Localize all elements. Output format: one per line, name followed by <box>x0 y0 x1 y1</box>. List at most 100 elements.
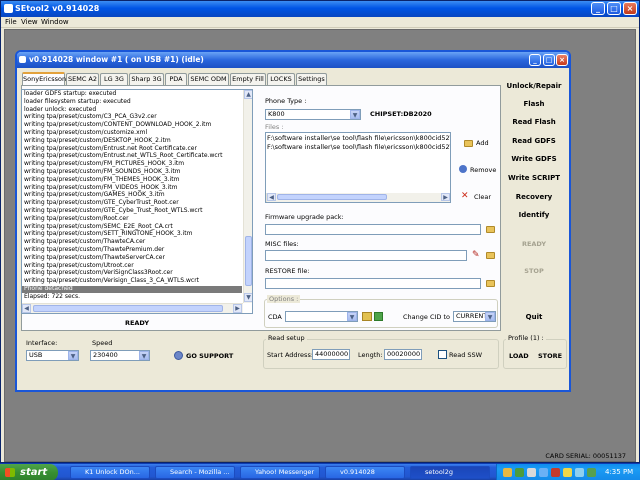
change-cid-label: Change CID to <box>403 313 451 321</box>
chevron-down-icon[interactable]: ▼ <box>139 351 149 360</box>
card-serial: CARD SERIAL: 00051137 <box>545 452 626 460</box>
stop-button[interactable]: STOP <box>504 266 564 276</box>
write-gdfs-button[interactable]: Write GDFS <box>504 154 564 164</box>
log-output[interactable]: loader GDFS startup: executed loader file… <box>21 89 253 314</box>
menu-view[interactable]: View <box>21 17 38 28</box>
files-horizontal-scrollbar[interactable]: ◀ ▶ <box>266 193 450 202</box>
log-line: writing tpa/preset/custom/ThawtePremium.… <box>24 246 165 253</box>
restore-file-field[interactable] <box>265 278 481 289</box>
session-maximize-button[interactable]: □ <box>543 54 555 66</box>
tab-locks[interactable]: LOCKS <box>267 73 295 85</box>
write-script-button[interactable]: Write SCRIPT <box>504 173 564 183</box>
tray-icon[interactable] <box>503 468 512 477</box>
menu-window[interactable]: Window <box>41 17 69 28</box>
taskbar-item[interactable]: Search - Mozilla ... <box>155 466 235 479</box>
tab-pda[interactable]: PDA <box>165 73 187 85</box>
speed-label: Speed <box>92 339 113 347</box>
start-button[interactable]: start <box>0 464 58 480</box>
tab-semc-odm[interactable]: SEMC ODM <box>188 73 229 85</box>
scroll-down-arrow-icon[interactable]: ▼ <box>244 293 252 302</box>
session-title-bar[interactable]: v0.914028 window #1 ( on USB #1) (idle) <box>17 52 569 68</box>
recovery-button[interactable]: Recovery <box>504 192 564 202</box>
phone-type-select[interactable]: K800 <box>265 109 361 120</box>
interface-label: Interface: <box>26 339 58 347</box>
file-item[interactable]: F:\software installer\se tool\flash file… <box>267 143 450 152</box>
folder-add-icon <box>464 140 473 147</box>
tray-icon[interactable] <box>515 468 524 477</box>
folder-icon[interactable] <box>486 226 495 233</box>
remove-file-button[interactable]: Remove <box>470 166 496 175</box>
tab-semc-a2[interactable]: SEMC A2 <box>66 73 99 85</box>
chevron-down-icon[interactable]: ▼ <box>485 312 495 321</box>
taskbar-item[interactable]: v0.914028 <box>325 466 405 479</box>
session-icon <box>19 56 26 63</box>
unlock-repair-button[interactable]: Unlock/Repair <box>504 81 564 91</box>
minimize-button[interactable]: _ <box>591 2 605 15</box>
add-file-button[interactable]: Add <box>476 139 489 148</box>
tab-sharp-3g[interactable]: Sharp 3G <box>129 73 164 85</box>
tray-icon[interactable] <box>527 468 536 477</box>
scroll-right-arrow-icon[interactable]: ▶ <box>441 193 450 201</box>
read-gdfs-button[interactable]: Read GDFS <box>504 136 564 146</box>
scroll-thumb[interactable] <box>245 236 252 286</box>
go-support-button[interactable]: GO SUPPORT <box>186 352 233 361</box>
taskbar-item[interactable]: Yahoo! Messenger <box>240 466 320 479</box>
speaker-icon[interactable] <box>575 468 584 477</box>
length-field[interactable]: 00020000 <box>384 349 422 360</box>
maximize-button[interactable]: □ <box>607 2 621 15</box>
tray-icon[interactable] <box>563 468 572 477</box>
folder-icon[interactable] <box>486 280 495 287</box>
flash-button[interactable]: Flash <box>504 99 564 109</box>
log-line: loader GDFS startup: executed <box>24 90 117 97</box>
misc-files-label: MISC files: <box>265 240 299 248</box>
profile-load-button[interactable]: LOAD <box>509 352 529 361</box>
phone-type-value: K800 <box>268 110 285 118</box>
read-ssw-checkbox[interactable] <box>438 350 447 359</box>
chevron-down-icon[interactable]: ▼ <box>347 312 357 321</box>
profile-store-button[interactable]: STORE <box>538 352 562 361</box>
tab-lg-3g[interactable]: LG 3G <box>100 73 128 85</box>
log-vertical-scrollbar[interactable]: ▲ ▼ <box>243 90 252 303</box>
scroll-right-arrow-icon[interactable]: ▶ <box>233 304 242 313</box>
edit-pencil-icon[interactable]: ✎ <box>472 251 480 260</box>
tab-empty-fill[interactable]: Empty Fill <box>230 73 266 85</box>
restore-file-label: RESTORE file: <box>265 267 310 275</box>
hscroll-thumb[interactable] <box>33 305 223 312</box>
log-horizontal-scrollbar[interactable]: ◀ ▶ <box>22 303 243 313</box>
session-minimize-button[interactable]: _ <box>529 54 541 66</box>
log-line: writing tpa/preset/custom/DESKTOP_HOOK_2… <box>24 136 171 144</box>
log-line: Phone detached <box>22 285 242 293</box>
menu-file[interactable]: File <box>5 17 17 28</box>
close-button[interactable]: × <box>623 2 637 15</box>
scroll-up-arrow-icon[interactable]: ▲ <box>244 90 252 99</box>
identify-button[interactable]: Identify <box>504 210 564 220</box>
tray-icon[interactable] <box>587 468 596 477</box>
chevron-down-icon[interactable]: ▼ <box>68 351 78 360</box>
session-close-button[interactable]: × <box>556 54 568 66</box>
scroll-left-arrow-icon[interactable]: ◀ <box>22 304 31 313</box>
start-address-field[interactable]: 44000000 <box>312 349 350 360</box>
read-flash-button[interactable]: Read Flash <box>504 117 564 127</box>
clear-files-button[interactable]: Clear <box>474 193 491 202</box>
tray-icon[interactable] <box>551 468 560 477</box>
system-tray: 4:35 PM <box>496 464 640 480</box>
cda-add-icon[interactable] <box>374 312 383 321</box>
firmware-label: Firmware upgrade pack: <box>265 213 344 221</box>
files-hscroll-thumb[interactable] <box>277 194 387 200</box>
folder-icon[interactable] <box>486 252 495 259</box>
scroll-left-arrow-icon[interactable]: ◀ <box>267 193 276 201</box>
tab-sonyericsson[interactable]: SonyEricsson <box>22 72 66 86</box>
taskbar-item[interactable]: K1 Unlock DOn... <box>70 466 150 479</box>
file-item[interactable]: F:\software installer\se tool\flash file… <box>267 134 450 143</box>
clock[interactable]: 4:35 PM <box>605 464 633 480</box>
misc-files-field[interactable] <box>265 250 467 261</box>
chevron-down-icon[interactable]: ▼ <box>350 110 360 119</box>
tray-icon[interactable] <box>539 468 548 477</box>
taskbar-item[interactable]: setool2g <box>410 466 490 479</box>
start-label: start <box>20 467 48 478</box>
tab-settings[interactable]: Settings <box>296 73 327 85</box>
app-title-bar[interactable]: SEtool2 v0.914028 <box>1 1 639 17</box>
cda-folder-icon[interactable] <box>362 312 372 321</box>
quit-button[interactable]: Quit <box>504 312 564 322</box>
firmware-field[interactable] <box>265 224 481 235</box>
